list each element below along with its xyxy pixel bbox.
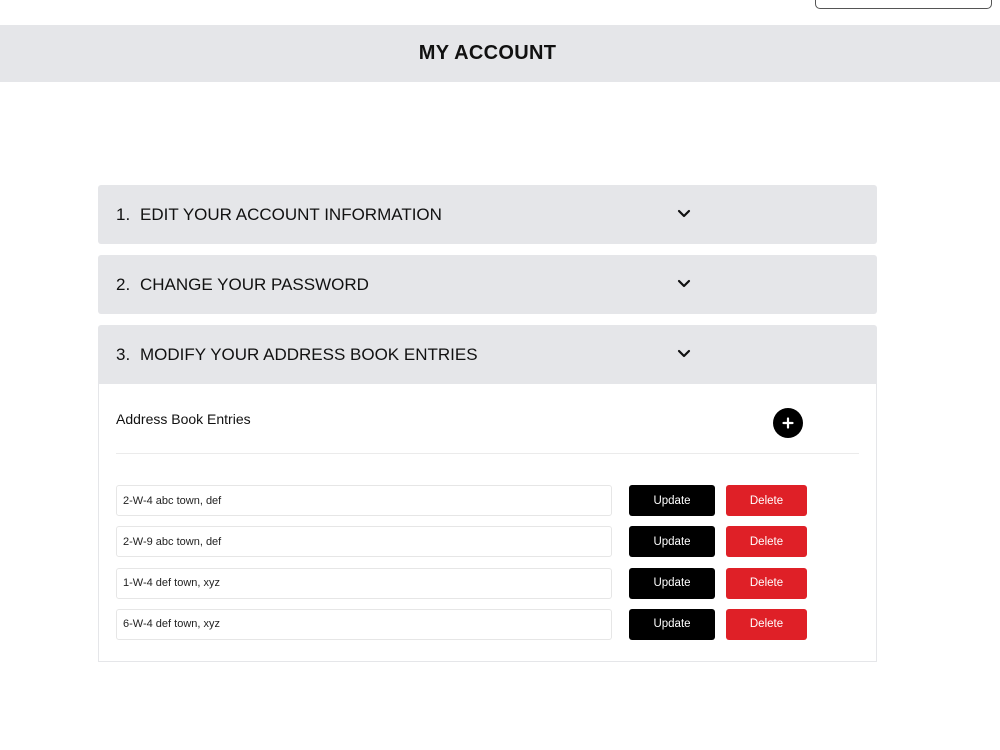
section-title: CHANGE YOUR PASSWORD: [140, 274, 369, 294]
section-number: 1.: [116, 204, 131, 224]
address-entry-row: Update Delete: [116, 567, 807, 599]
address-entry-field[interactable]: [116, 567, 612, 599]
section-title: MODIFY YOUR ADDRESS BOOK ENTRIES: [140, 344, 478, 364]
chevron-down-icon[interactable]: [675, 207, 693, 221]
divider: [116, 453, 859, 454]
delete-button[interactable]: Delete: [726, 567, 807, 599]
delete-button[interactable]: Delete: [726, 608, 807, 640]
top-edge-fragment: [52, 0, 132, 2]
page-header: MY ACCOUNT: [0, 25, 1000, 82]
address-book-panel: Address Book Entries Update Delete Updat…: [98, 384, 877, 662]
section-number: 3.: [116, 344, 131, 364]
account-accordion: 1. EDIT YOUR ACCOUNT INFORMATION 2. CHAN…: [98, 185, 877, 673]
address-book-title: Address Book Entries: [116, 411, 251, 427]
address-entry-row: Update Delete: [116, 485, 807, 516]
page-title: MY ACCOUNT: [418, 42, 557, 64]
update-button[interactable]: Update: [629, 608, 715, 640]
address-entry-field[interactable]: [116, 608, 612, 640]
chevron-down-icon[interactable]: [675, 277, 693, 291]
section-title: EDIT YOUR ACCOUNT INFORMATION: [140, 204, 442, 224]
plus-icon: [782, 417, 794, 429]
delete-button[interactable]: Delete: [726, 526, 807, 558]
delete-button[interactable]: Delete: [726, 485, 807, 516]
add-address-button[interactable]: [773, 408, 803, 438]
accordion-header-change-password[interactable]: 2. CHANGE YOUR PASSWORD: [98, 255, 877, 314]
address-entries-list: Update Delete Update Delete Update Delet…: [116, 485, 807, 650]
section-number: 2.: [116, 274, 131, 294]
accordion-header-edit-account[interactable]: 1. EDIT YOUR ACCOUNT INFORMATION: [98, 185, 877, 244]
accordion-section-address-book: 3. MODIFY YOUR ADDRESS BOOK ENTRIES Addr…: [98, 325, 877, 662]
address-entry-field[interactable]: [116, 485, 612, 516]
top-right-input[interactable]: [815, 0, 992, 9]
address-entry-row: Update Delete: [116, 526, 807, 558]
chevron-down-icon[interactable]: [675, 347, 693, 361]
update-button[interactable]: Update: [629, 567, 715, 599]
accordion-section-change-password: 2. CHANGE YOUR PASSWORD: [98, 255, 877, 314]
update-button[interactable]: Update: [629, 526, 715, 558]
accordion-header-address-book[interactable]: 3. MODIFY YOUR ADDRESS BOOK ENTRIES: [98, 325, 877, 384]
address-entry-field[interactable]: [116, 526, 612, 558]
accordion-section-edit-account: 1. EDIT YOUR ACCOUNT INFORMATION: [98, 185, 877, 244]
update-button[interactable]: Update: [629, 485, 715, 516]
address-entry-row: Update Delete: [116, 608, 807, 640]
